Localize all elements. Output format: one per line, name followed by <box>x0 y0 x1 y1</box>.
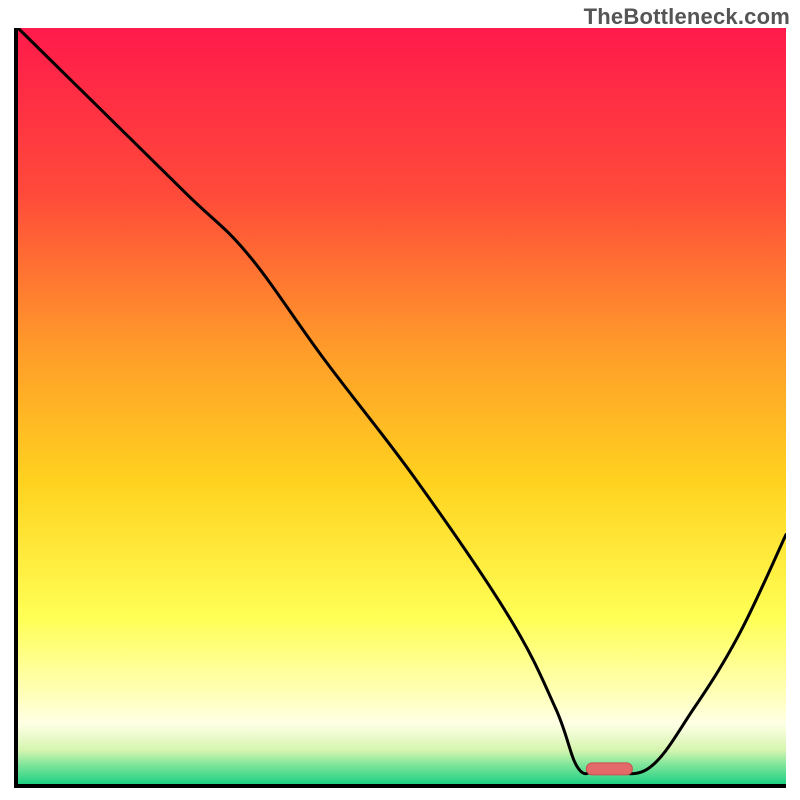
plot-area <box>14 28 786 788</box>
chart-svg <box>18 28 786 784</box>
chart-container: TheBottleneck.com <box>0 0 800 800</box>
watermark-text: TheBottleneck.com <box>584 4 790 30</box>
optimal-marker <box>586 763 632 775</box>
